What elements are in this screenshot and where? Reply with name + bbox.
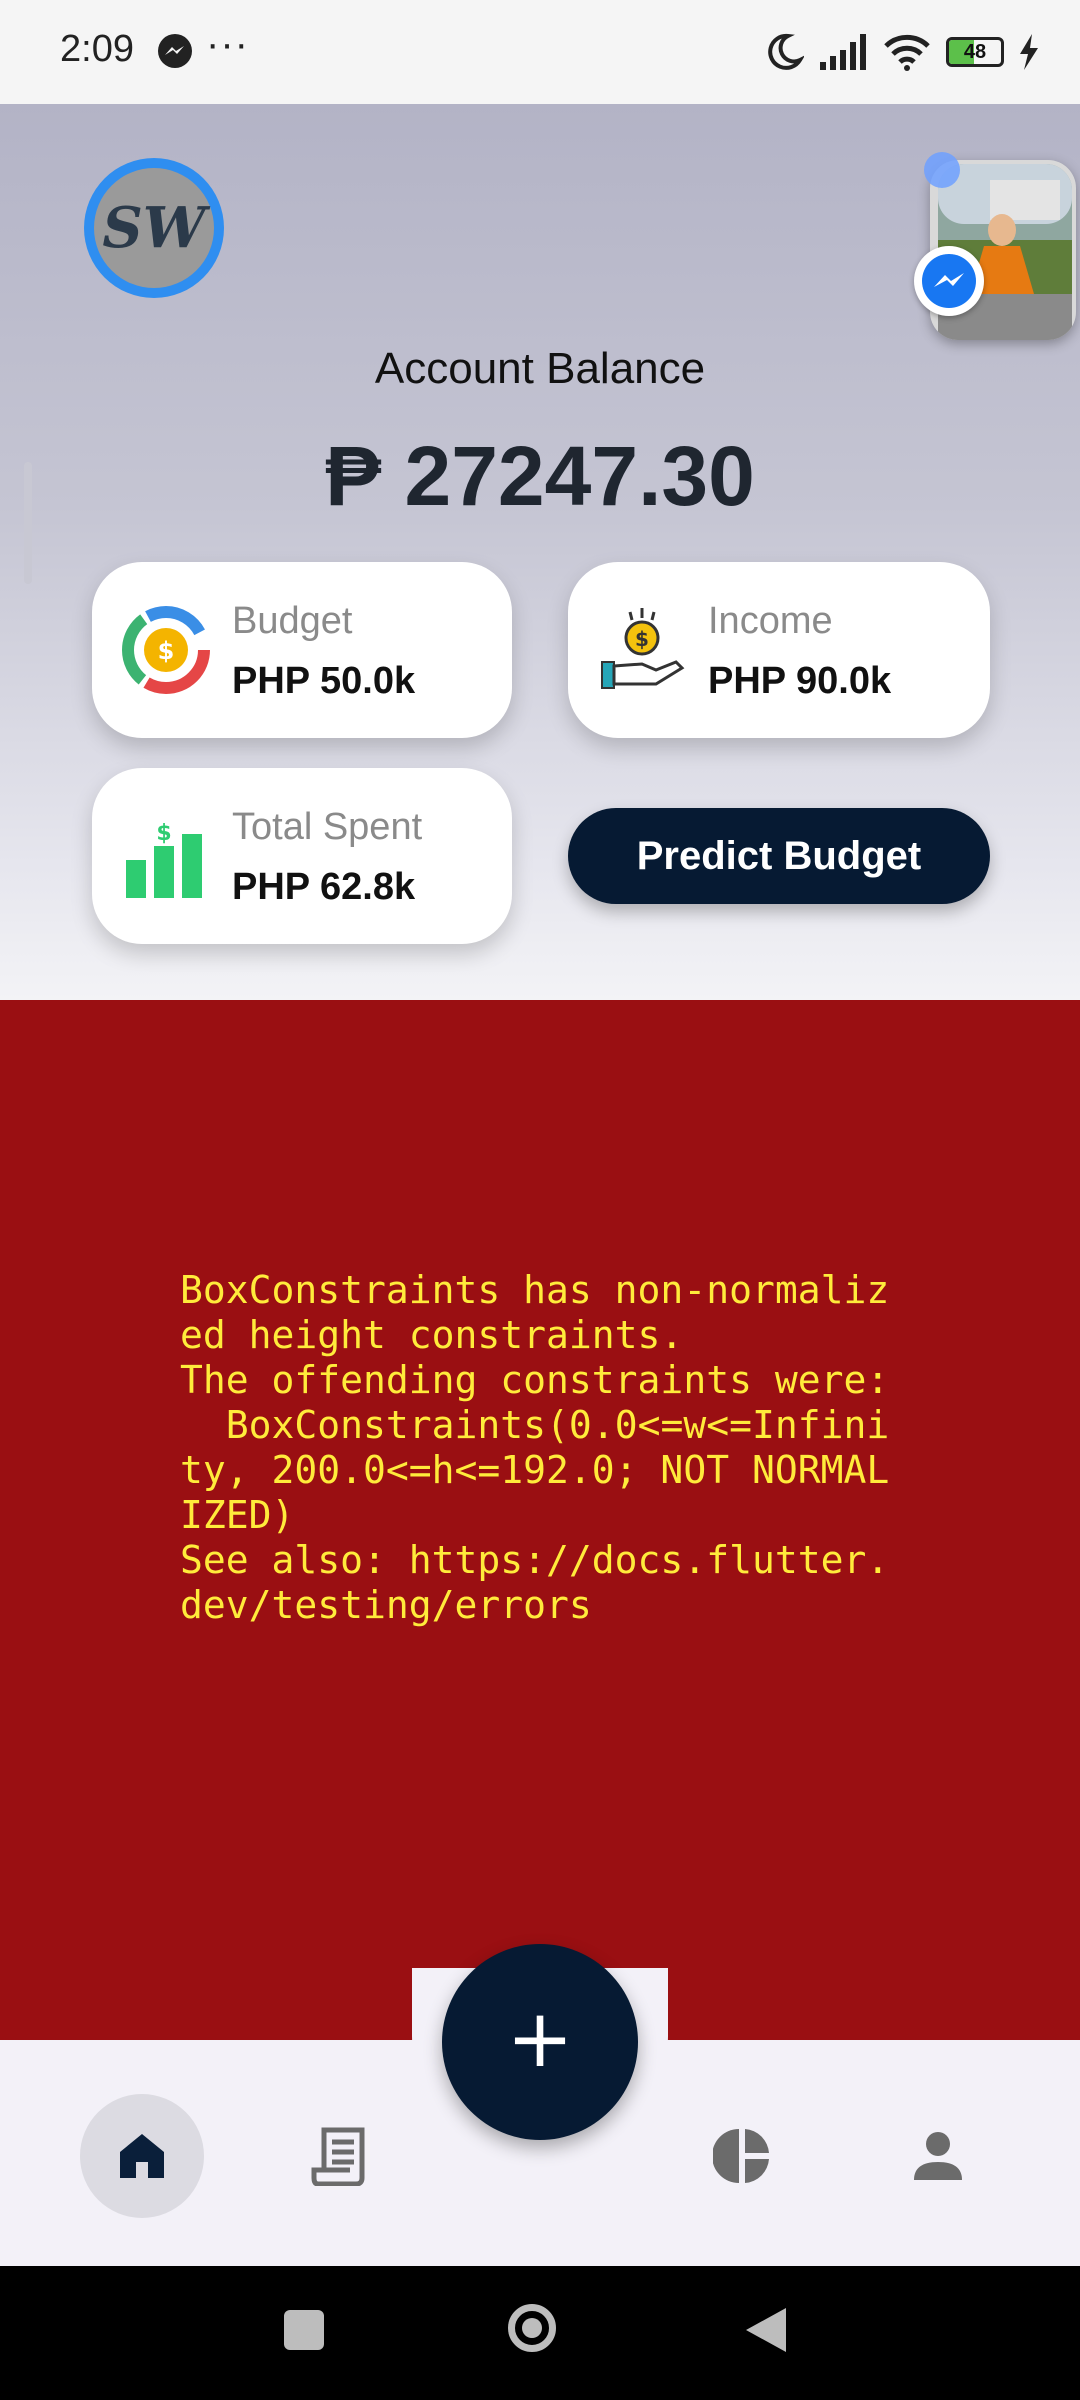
balance-label: Account Balance [374, 344, 706, 393]
nav-home[interactable] [80, 2094, 204, 2218]
error-panel: BoxConstraints has non-normalized height… [0, 1000, 1080, 2040]
bar-chart-icon: $ [126, 821, 202, 898]
total-spent-value: PHP 62.8k [232, 866, 416, 908]
budget-title: Budget [232, 600, 353, 642]
back-triangle-icon[interactable] [742, 2304, 788, 2356]
wifi-icon [884, 34, 930, 71]
income-title: Income [708, 600, 833, 642]
messenger-badge-icon [914, 246, 984, 316]
moon-icon [768, 33, 804, 70]
person-icon [914, 2132, 962, 2180]
signal-icon [820, 34, 866, 70]
nav-transactions[interactable] [276, 2094, 400, 2218]
total-spent-card[interactable]: $ Total Spent PHP 62.8k [92, 768, 512, 944]
svg-text:$: $ [156, 821, 171, 846]
status-time: 2:09 [60, 28, 134, 70]
status-bar: 2:09 ··· 48 [0, 0, 1080, 104]
income-value: PHP 90.0k [708, 660, 892, 702]
income-card[interactable]: $ Income PHP 90.0k [568, 562, 990, 738]
income-hand-coin-icon: $ [601, 608, 685, 689]
home-circle-icon[interactable] [508, 2304, 556, 2352]
budget-coin-icon: $ [122, 606, 210, 694]
recents-square-icon[interactable] [284, 2310, 324, 2350]
pie-chart-icon [713, 2129, 769, 2183]
battery-icon: 48 [946, 37, 1004, 67]
nav-statistics[interactable] [680, 2094, 804, 2218]
messenger-icon [156, 32, 194, 70]
system-navigation-bar [0, 2266, 1080, 2400]
svg-text:$: $ [635, 627, 649, 651]
error-message: BoxConstraints has non-normalized height… [180, 1268, 890, 1627]
predict-budget-button[interactable]: Predict Budget [568, 808, 990, 904]
logo-text: SW [94, 168, 214, 288]
charging-icon [1020, 34, 1038, 70]
receipt-icon [311, 2127, 365, 2186]
home-icon [120, 2134, 164, 2178]
budget-card[interactable]: $ Budget PHP 50.0k [92, 562, 512, 738]
chat-head-dot [924, 152, 960, 188]
svg-text:$: $ [158, 637, 175, 665]
total-spent-title: Total Spent [232, 806, 423, 848]
app-logo[interactable]: SW [84, 158, 224, 298]
budget-value: PHP 50.0k [232, 660, 416, 702]
add-transaction-button[interactable]: + [442, 1944, 638, 2140]
battery-level: 48 [963, 41, 987, 63]
more-notifications-icon: ··· [206, 22, 249, 66]
balance-value: ₱ 27247.30 [325, 429, 755, 523]
nav-profile[interactable] [876, 2094, 1000, 2218]
status-icons: 48 [764, 28, 1040, 76]
